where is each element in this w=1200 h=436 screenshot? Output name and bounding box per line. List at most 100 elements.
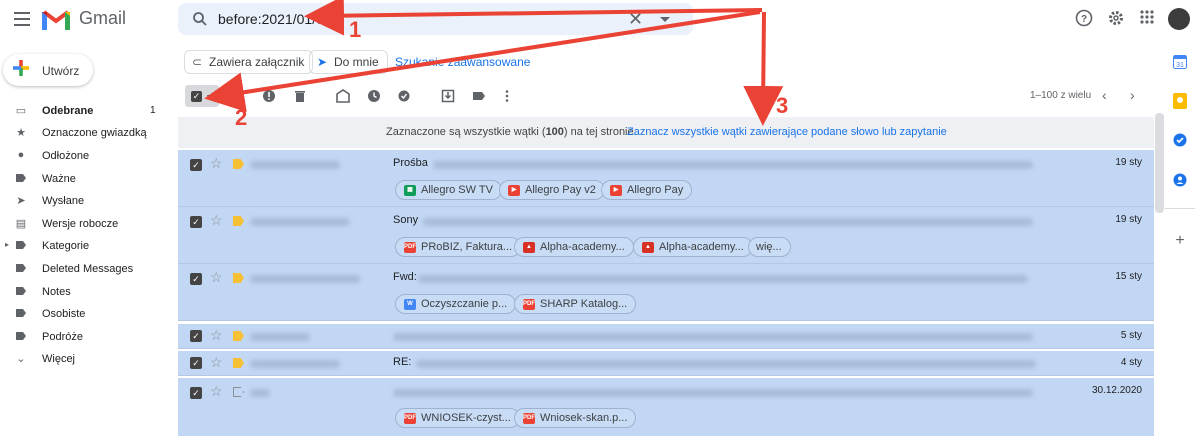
- add-to-tasks-icon[interactable]: [398, 89, 412, 103]
- sidebar-item-sent[interactable]: ➤ Wysłane: [0, 192, 170, 212]
- row-checkbox[interactable]: ✓: [190, 159, 202, 171]
- search-icon[interactable]: [192, 11, 208, 27]
- star-icon[interactable]: ☆: [210, 212, 223, 229]
- mail-subject: RE:: [393, 356, 412, 368]
- move-to-icon[interactable]: [441, 89, 455, 103]
- plus-icon: [13, 60, 29, 76]
- snooze-icon[interactable]: [367, 89, 381, 103]
- more-options-icon[interactable]: [500, 89, 514, 103]
- image-icon: ▲: [642, 242, 654, 253]
- sidebar-item-more[interactable]: ⌄ Więcej: [0, 350, 170, 370]
- sidebar-item-travel[interactable]: Podróże: [0, 328, 170, 348]
- sidebar-item-personal[interactable]: Osobiste: [0, 305, 170, 325]
- to-me-chip[interactable]: ➤ Do mnie: [309, 50, 388, 74]
- label-icon: [14, 262, 28, 274]
- sidebar-item-categories[interactable]: ▸ Kategorie: [0, 237, 170, 257]
- row-checkbox[interactable]: ✓: [190, 387, 202, 399]
- star-icon[interactable]: ☆: [210, 327, 223, 344]
- star-icon[interactable]: ☆: [210, 155, 223, 172]
- row-checkbox[interactable]: ✓: [190, 273, 202, 285]
- mail-date: 19 sty: [1115, 157, 1142, 168]
- select-all-threads-link[interactable]: Zaznacz wszystkie wątki zawierające poda…: [627, 126, 947, 138]
- help-icon[interactable]: ?: [1075, 9, 1093, 32]
- sidebar-item-inbox[interactable]: ▭ Odebrane 1: [0, 102, 170, 122]
- table-row[interactable]: ✓ ☆ 5 sty: [178, 324, 1154, 349]
- svg-text:?: ?: [1081, 14, 1087, 25]
- checkbox-checked-icon: ✓: [191, 91, 202, 102]
- important-marker-icon[interactable]: [233, 331, 244, 341]
- select-all-checkbox[interactable]: ✓: [185, 85, 219, 107]
- search-bar[interactable]: before:2021/01/01 ✕: [178, 3, 693, 35]
- attachment-chip[interactable]: PDF PRoBIZ, Faktura...: [395, 237, 522, 257]
- pdf-icon: PDF: [404, 242, 416, 253]
- avatar[interactable]: [1168, 8, 1190, 30]
- star-icon[interactable]: ☆: [210, 383, 223, 400]
- search-options-icon[interactable]: [660, 17, 670, 22]
- delete-icon[interactable]: [293, 89, 307, 103]
- sidebar-item-label: Notes: [42, 286, 71, 298]
- important-marker-icon[interactable]: [233, 159, 244, 169]
- important-marker-icon[interactable]: [233, 216, 244, 226]
- gmail-logo-icon[interactable]: [42, 8, 70, 30]
- snippet-blurred: [416, 360, 1036, 368]
- advanced-search-link[interactable]: Szukanie zaawansowane: [395, 55, 530, 69]
- chevron-down-icon[interactable]: [207, 95, 213, 99]
- sidebar-item-label: Odłożone: [42, 150, 90, 162]
- label-icon[interactable]: [472, 89, 486, 103]
- chevron-right-icon[interactable]: ›: [1130, 87, 1135, 103]
- close-icon[interactable]: ✕: [628, 9, 643, 30]
- expand-arrow-icon[interactable]: ▸: [5, 240, 9, 249]
- table-row[interactable]: ✓ ☆ Fwd: 15 sty W Oczyszczanie p... PDF SH…: [178, 264, 1154, 321]
- attachment-chip[interactable]: ▦ Allegro SW TV: [395, 180, 502, 200]
- report-spam-icon[interactable]: [262, 89, 276, 103]
- scrollbar[interactable]: [1155, 113, 1164, 213]
- not-important-marker-icon[interactable]: [233, 387, 244, 397]
- mail-subject: Sony: [393, 214, 419, 226]
- table-row[interactable]: ✓ ☆ 30.12.2020 PDF WNIOSEK-czyst... PDF Wn…: [178, 378, 1154, 436]
- gear-icon[interactable]: [1107, 9, 1125, 32]
- attachment-chip[interactable]: W Oczyszczanie p...: [395, 294, 517, 314]
- calendar-icon[interactable]: 31: [1168, 50, 1192, 74]
- contacts-icon[interactable]: [1168, 168, 1192, 192]
- mark-as-read-icon[interactable]: [336, 89, 350, 103]
- label-icon: [14, 330, 28, 342]
- table-row[interactable]: ✓ ☆ Prośba 19 sty ▦ Allegro SW TV ▶ Allegr…: [178, 150, 1154, 207]
- row-checkbox[interactable]: ✓: [190, 330, 202, 342]
- sidebar-item-label: Odebrane: [42, 105, 94, 117]
- main-menu-icon[interactable]: [14, 12, 30, 26]
- table-row[interactable]: ✓ ☆ Sony 19 sty PDF PRoBIZ, Faktura... ▲ A…: [178, 207, 1154, 264]
- sidebar-item-starred[interactable]: ★ Oznaczone gwiazdką: [0, 124, 170, 144]
- attachment-chip[interactable]: PDF WNIOSEK-czyst...: [395, 408, 520, 428]
- compose-button[interactable]: Utwórz: [3, 54, 93, 86]
- star-icon[interactable]: ☆: [210, 354, 223, 371]
- sidebar-item-label: Wysłane: [42, 195, 85, 207]
- row-checkbox[interactable]: ✓: [190, 216, 202, 228]
- sidebar-item-important[interactable]: Ważne: [0, 170, 170, 190]
- more-attachments-chip[interactable]: wię...: [748, 237, 791, 257]
- mail-date: 19 sty: [1115, 214, 1142, 225]
- sidebar-item-notes[interactable]: Notes: [0, 283, 170, 303]
- attachment-chip[interactable]: ▶ Allegro Pay: [601, 180, 693, 200]
- sidebar-item-drafts[interactable]: ▤ Wersje robocze: [0, 215, 170, 235]
- sidebar-item-deleted-messages[interactable]: Deleted Messages: [0, 260, 170, 280]
- table-row[interactable]: ✓ ☆ RE: 4 sty: [178, 351, 1154, 376]
- important-marker-icon[interactable]: [233, 358, 244, 368]
- apps-grid-icon[interactable]: [1139, 9, 1155, 30]
- add-addon-icon[interactable]: +: [1168, 232, 1192, 256]
- row-checkbox[interactable]: ✓: [190, 357, 202, 369]
- sidebar-item-snoozed[interactable]: ● Odłożone: [0, 147, 170, 167]
- attachment-chip[interactable]: ▲ Alpha-academy...: [633, 237, 753, 257]
- attachment-chip[interactable]: ▶ Allegro Pay v2: [499, 180, 605, 200]
- attachment-chip[interactable]: ▲ Alpha-academy...: [514, 237, 634, 257]
- tasks-icon[interactable]: [1168, 128, 1192, 152]
- label-icon: [14, 239, 28, 251]
- youtube-icon: ▶: [508, 185, 520, 196]
- important-marker-icon[interactable]: [233, 273, 244, 283]
- has-attachment-chip[interactable]: ⊂ Zawiera załącznik: [184, 50, 314, 74]
- chevron-left-icon[interactable]: ‹: [1102, 87, 1107, 103]
- attachment-chip[interactable]: PDF Wniosek-skan.p...: [514, 408, 637, 428]
- attachment-chip[interactable]: PDF SHARP Katalog...: [514, 294, 637, 314]
- star-icon[interactable]: ☆: [210, 269, 223, 286]
- search-input[interactable]: before:2021/01/01: [218, 11, 332, 27]
- keep-icon[interactable]: [1168, 88, 1192, 112]
